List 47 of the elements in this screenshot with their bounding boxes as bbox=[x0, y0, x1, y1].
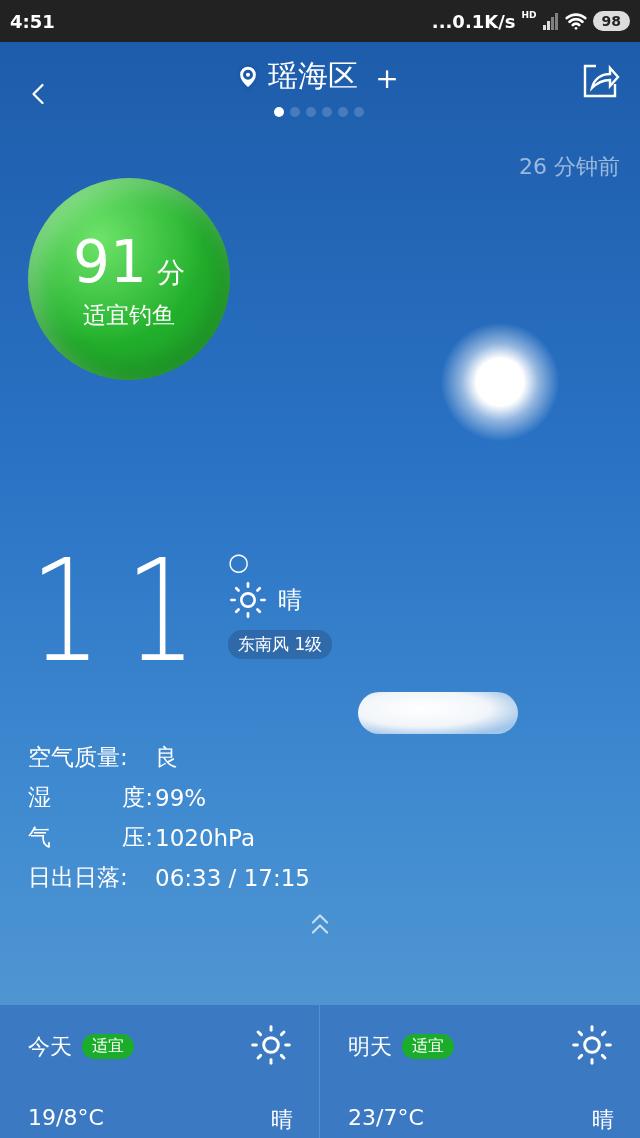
detail-label: 度: bbox=[122, 783, 153, 812]
detail-label: 空气质量: bbox=[28, 743, 128, 772]
temperature-range: 23/7°C bbox=[348, 1104, 425, 1132]
forecast-card[interactable]: 今天 适宜 19/8°C 晴 bbox=[0, 1005, 320, 1138]
suitability-badge: 适宜 bbox=[82, 1034, 134, 1060]
page-dot[interactable] bbox=[354, 107, 364, 117]
network-speed: ...0.1K/s bbox=[431, 10, 516, 32]
score-unit: 分 bbox=[156, 254, 185, 291]
detail-label: 压: bbox=[122, 823, 153, 852]
detail-value: 1020hPa bbox=[155, 824, 256, 851]
suitability-badge: 适宜 bbox=[402, 1034, 454, 1060]
detail-label: 湿 bbox=[28, 783, 51, 812]
sun-icon bbox=[228, 580, 269, 620]
page-dot[interactable] bbox=[290, 107, 300, 117]
signal-icon bbox=[542, 12, 559, 30]
share-icon[interactable] bbox=[582, 62, 620, 98]
network-type: HD bbox=[521, 10, 537, 20]
fishing-score-ball[interactable]: 91 分 适宜钓鱼 bbox=[28, 178, 230, 380]
fishing-suitability: 适宜钓鱼 bbox=[83, 300, 175, 330]
wifi-icon bbox=[564, 10, 587, 32]
forecast-condition: 晴 bbox=[592, 1105, 614, 1134]
forecast-condition: 晴 bbox=[271, 1105, 293, 1134]
page-dot[interactable] bbox=[274, 107, 284, 117]
temperature-range: 19/8°C bbox=[28, 1104, 105, 1132]
page-dot[interactable] bbox=[322, 107, 332, 117]
clock-time: 4:51 bbox=[10, 10, 55, 32]
sun-icon bbox=[570, 1023, 614, 1067]
detail-label: 日出日落: bbox=[28, 863, 128, 892]
page-dot[interactable] bbox=[306, 107, 316, 117]
battery-level: 98 bbox=[592, 11, 630, 31]
sun-icon bbox=[249, 1023, 293, 1067]
temperature: 11 bbox=[30, 542, 221, 682]
detail-value: 06:33 / 17:15 bbox=[155, 864, 310, 891]
degree-sign: ○ bbox=[228, 550, 250, 574]
weather-condition: 晴 bbox=[278, 585, 303, 616]
detail-label: 气 bbox=[28, 823, 51, 852]
add-city-button[interactable]: ＋ bbox=[364, 59, 404, 94]
page-dot[interactable] bbox=[338, 107, 348, 117]
detail-value: 99% bbox=[155, 784, 207, 811]
forecast-day: 今天 bbox=[28, 1031, 72, 1062]
wind-info: 东南风 1级 bbox=[228, 630, 333, 659]
forecast-day: 明天 bbox=[348, 1031, 392, 1062]
update-time: 26 分钟前 bbox=[519, 153, 620, 181]
fishing-score: 91 bbox=[73, 227, 147, 296]
city-name[interactable]: 瑶海区 bbox=[268, 56, 358, 97]
detail-value: 良 bbox=[155, 743, 178, 772]
forecast-card[interactable]: 明天 适宜 23/7°C 晴 bbox=[320, 1005, 640, 1138]
